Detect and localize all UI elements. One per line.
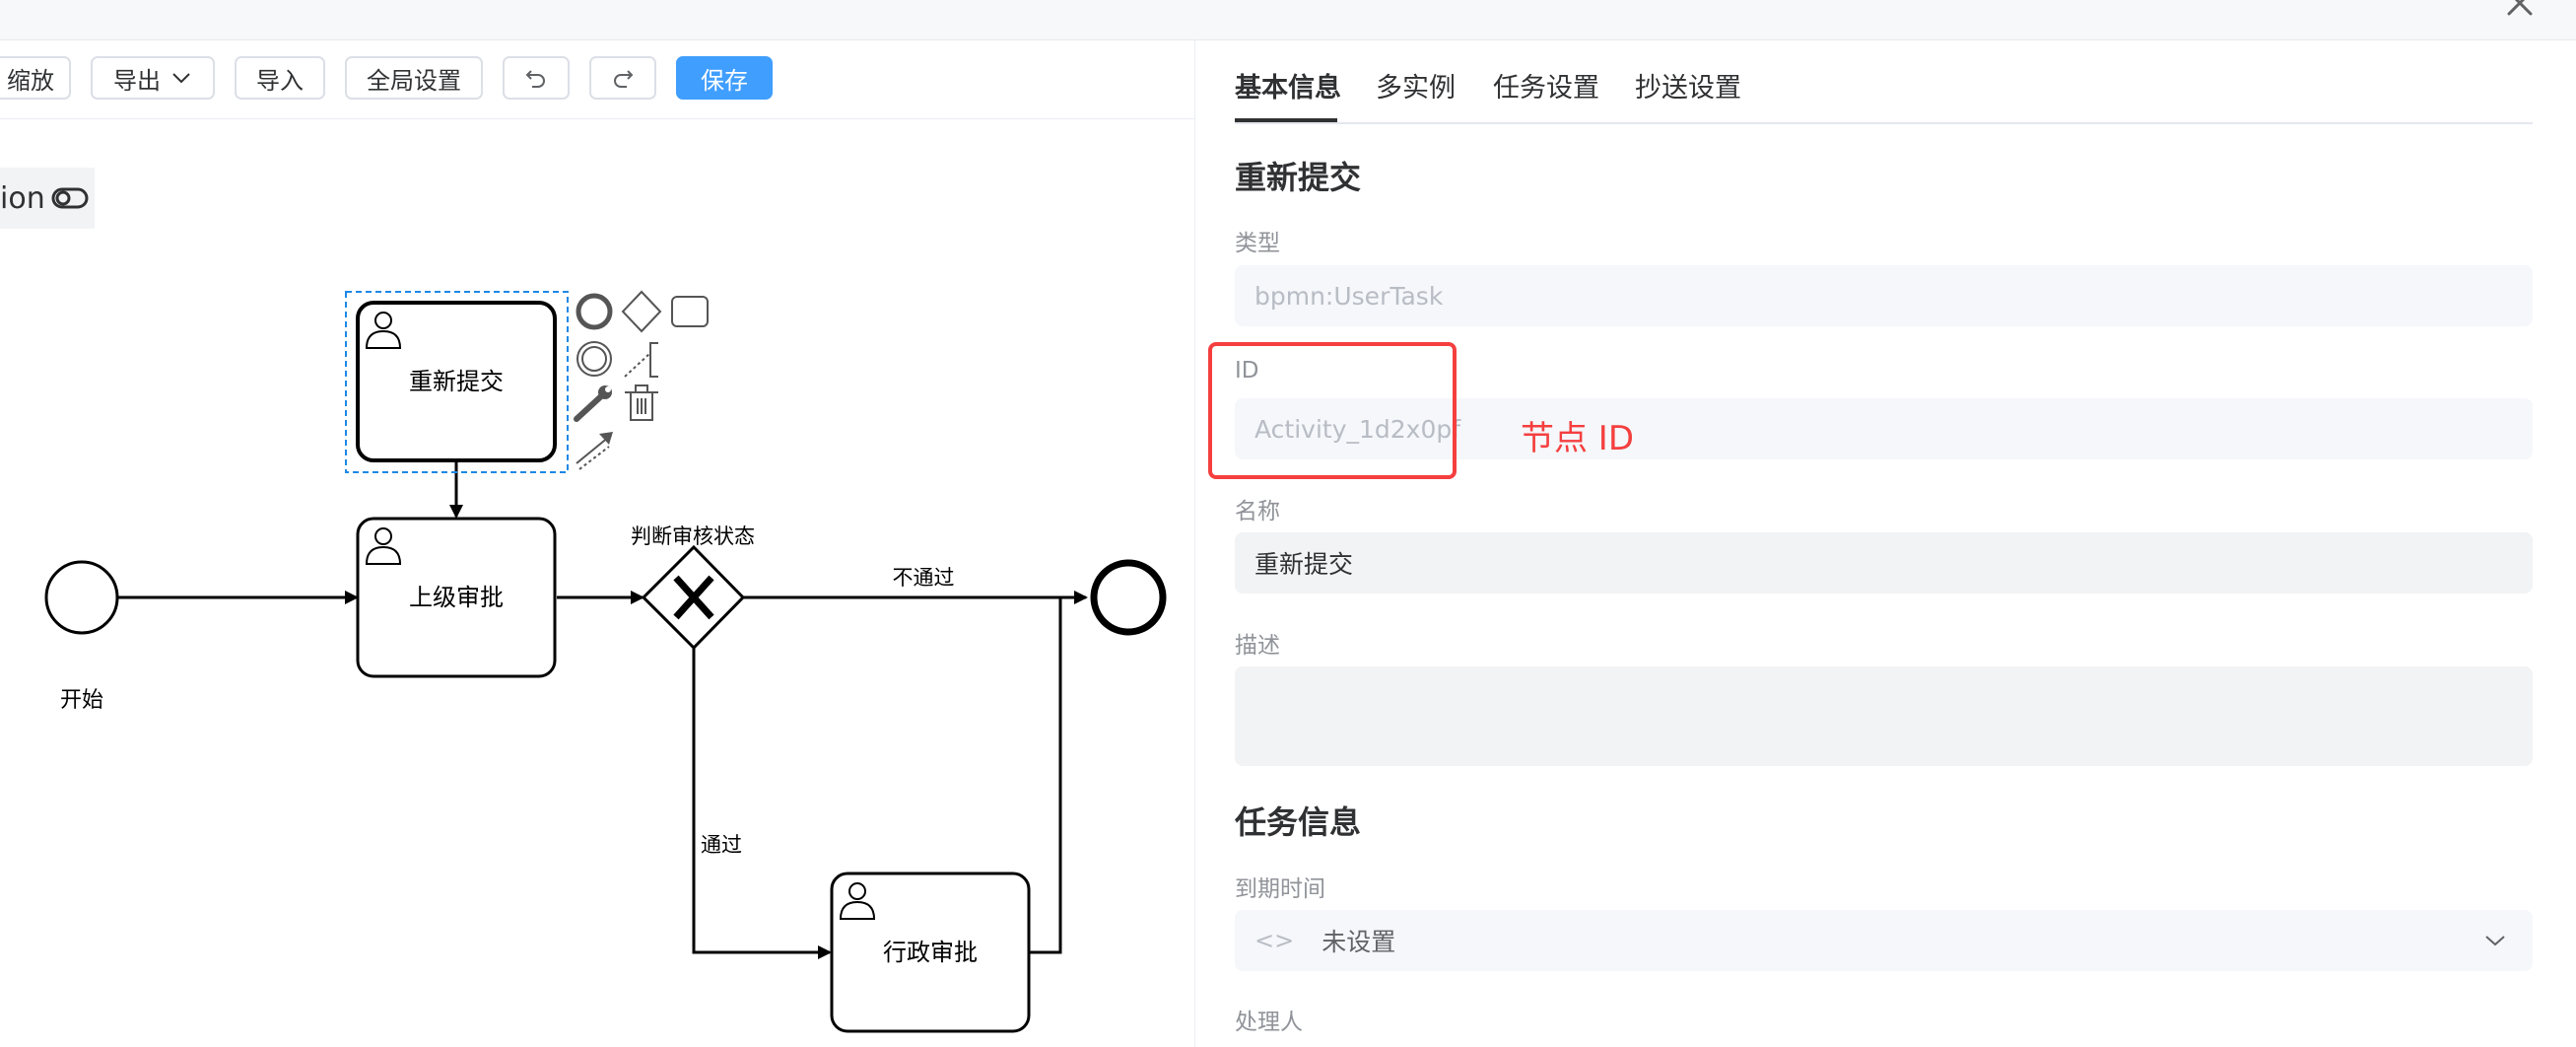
type-field: bpmn:UserTask bbox=[1235, 265, 2533, 326]
undo-icon bbox=[525, 70, 545, 88]
redo-icon bbox=[614, 70, 634, 88]
tab-task-settings[interactable]: 任务设置 bbox=[1493, 66, 1599, 105]
task-resubmit-label: 重新提交 bbox=[409, 368, 504, 395]
append-gateway-icon[interactable] bbox=[621, 290, 662, 333]
exclusive-gateway[interactable] bbox=[641, 544, 746, 651]
active-tab-indicator bbox=[1235, 118, 1337, 122]
id-highlight-box bbox=[1208, 342, 1457, 479]
annotation-text: 节点 ID bbox=[1521, 419, 1635, 458]
canvas-toolbar: 缩放 导出 导入 全局设置 保存 bbox=[0, 40, 1194, 119]
context-pad[interactable] bbox=[574, 290, 709, 470]
undo-button[interactable] bbox=[503, 56, 570, 100]
handler-label: 处理人 bbox=[1235, 1010, 1303, 1035]
task-supervisor-label: 上级审批 bbox=[409, 584, 504, 611]
panel-tabs: 基本信息 多实例 任务设置 抄送设置 bbox=[1235, 40, 2533, 124]
task-resubmit[interactable]: 重新提交 bbox=[356, 301, 557, 462]
append-end-event-icon[interactable] bbox=[576, 293, 613, 330]
bpmn-canvas[interactable]: 缩放 导出 导入 全局设置 保存 ion 开始 重新提交 上级审批 判断审核状态… bbox=[0, 40, 1195, 1047]
chevron-down-icon bbox=[172, 73, 190, 84]
zoom-label: 缩放 bbox=[7, 66, 54, 95]
save-button[interactable]: 保存 bbox=[676, 56, 773, 100]
chevron-down-icon bbox=[2483, 910, 2507, 971]
tab-cc-settings[interactable]: 抄送设置 bbox=[1635, 66, 1741, 105]
bpmn-diagram[interactable]: 开始 重新提交 上级审批 判断审核状态 不通过 通过 行政审批 bbox=[0, 118, 1194, 1047]
desc-textarea[interactable] bbox=[1235, 666, 2533, 766]
tab-multi-instance[interactable]: 多实例 bbox=[1376, 66, 1456, 105]
window-top-bar bbox=[0, 0, 2576, 40]
close-icon[interactable] bbox=[2503, 0, 2537, 20]
properties-panel: 基本信息 多实例 任务设置 抄送设置 重新提交 类型 bpmn:UserTask… bbox=[1195, 40, 2576, 1047]
name-label: 名称 bbox=[1235, 499, 1280, 524]
zoom-button[interactable]: 缩放 bbox=[0, 56, 71, 100]
flow-pass-label: 通过 bbox=[701, 833, 742, 857]
code-icon: <> bbox=[1254, 927, 1295, 954]
wrench-icon[interactable] bbox=[574, 385, 612, 422]
import-label: 导入 bbox=[256, 66, 304, 95]
due-label: 到期时间 bbox=[1235, 876, 1325, 902]
task-admin-label: 行政审批 bbox=[883, 939, 978, 966]
append-task-icon[interactable] bbox=[671, 296, 709, 327]
end-event[interactable] bbox=[1090, 559, 1167, 636]
start-event-label: 开始 bbox=[60, 688, 103, 713]
export-label: 导出 bbox=[113, 66, 161, 95]
flow-reject-label: 不通过 bbox=[893, 566, 955, 590]
global-settings-label: 全局设置 bbox=[367, 66, 461, 95]
task-supervisor-approval[interactable]: 上级审批 bbox=[356, 517, 557, 678]
import-button[interactable]: 导入 bbox=[235, 56, 325, 100]
text-annotation-icon[interactable] bbox=[624, 342, 658, 378]
start-event[interactable] bbox=[44, 560, 119, 635]
desc-label: 描述 bbox=[1235, 633, 1280, 659]
type-label: 类型 bbox=[1235, 231, 1280, 256]
save-label: 保存 bbox=[701, 66, 748, 95]
gateway-label: 判断审核状态 bbox=[631, 524, 755, 548]
type-value: bpmn:UserTask bbox=[1254, 281, 1444, 311]
task-admin-approval[interactable]: 行政审批 bbox=[830, 872, 1031, 1033]
export-button[interactable]: 导出 bbox=[91, 56, 215, 100]
connect-arrow-icon[interactable] bbox=[576, 432, 613, 470]
name-value: 重新提交 bbox=[1254, 550, 1354, 579]
global-settings-button[interactable]: 全局设置 bbox=[345, 56, 483, 100]
name-input[interactable]: 重新提交 bbox=[1235, 532, 2533, 593]
section-title-basic: 重新提交 bbox=[1235, 159, 1362, 196]
due-value: 未设置 bbox=[1322, 928, 1396, 956]
due-time-select[interactable]: <> 未设置 bbox=[1235, 910, 2533, 971]
redo-button[interactable] bbox=[589, 56, 656, 100]
tab-basic-info[interactable]: 基本信息 bbox=[1235, 66, 1341, 105]
trash-icon[interactable] bbox=[625, 384, 658, 421]
section-title-task-info: 任务信息 bbox=[1235, 803, 1362, 841]
